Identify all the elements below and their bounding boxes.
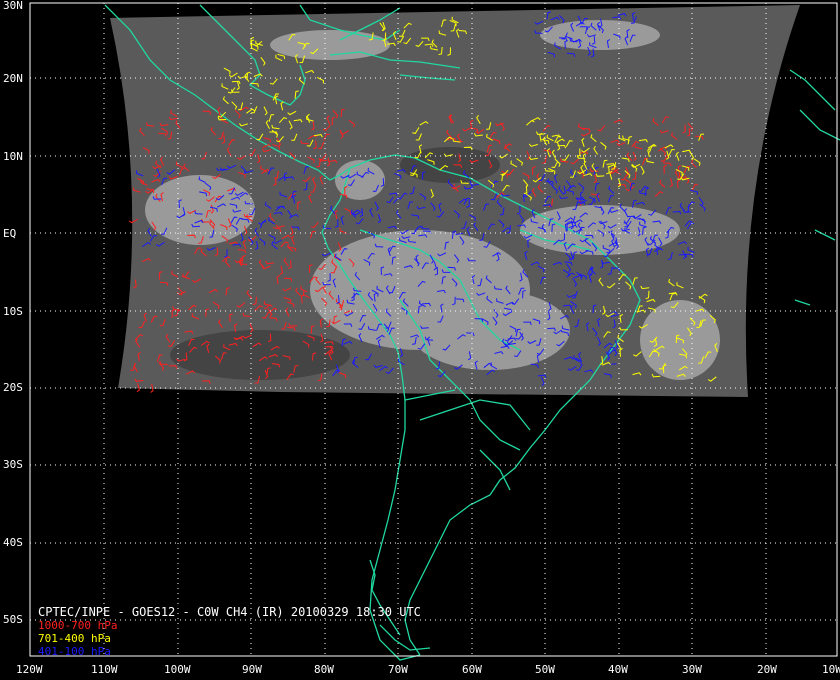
lon-label: 70W [388,663,408,676]
lat-label: 10S [3,305,23,318]
lon-label: 40W [608,663,628,676]
legend-high-level: 401-100 hPa [38,645,111,658]
legend-mid-level: 701-400 hPa [38,632,111,645]
lon-label: 30W [682,663,702,676]
legend-low-level: 1000-700 hPa [38,619,118,632]
lat-label: 10N [3,150,23,163]
lat-label: 30N [3,0,23,12]
lat-label: 50S [3,613,23,626]
lon-label: 80W [314,663,334,676]
image-caption: CPTEC/INPE - GOES12 - C0W CH4 (IR) 20100… [38,605,421,619]
lon-label: 90W [242,663,262,676]
lat-label: 20S [3,381,23,394]
lon-label: 20W [757,663,777,676]
lon-label: 110W [91,663,118,676]
satellite-map [29,2,840,661]
lat-label: EQ [3,227,17,240]
lat-label: 30S [3,458,23,471]
lon-label: 10W [822,663,840,676]
lon-label: 60W [462,663,482,676]
lon-label: 120W [16,663,43,676]
lat-label: 40S [3,536,23,549]
lat-label: 20N [3,72,23,85]
lon-label: 100W [164,663,191,676]
lon-label: 50W [535,663,555,676]
